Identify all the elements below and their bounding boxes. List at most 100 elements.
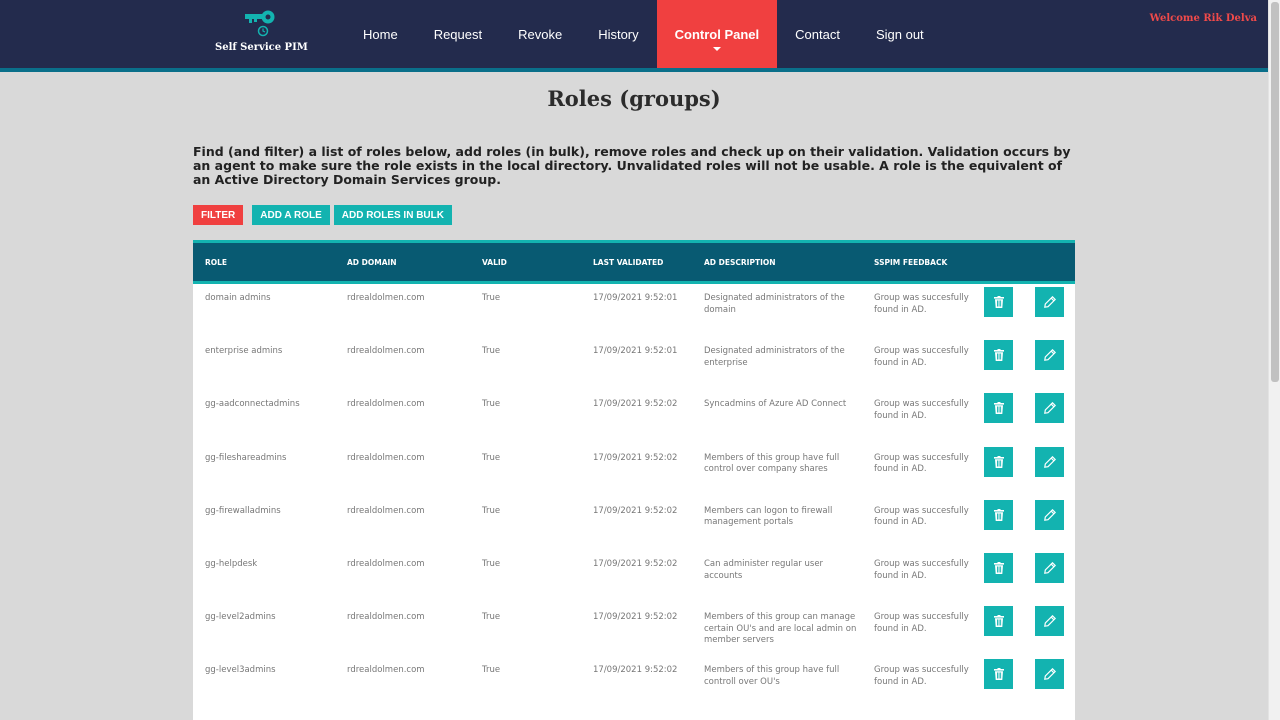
cell-role: gg-level2admins bbox=[205, 612, 276, 623]
cell-last-validated: 17/09/2021 9:52:02 bbox=[593, 452, 678, 463]
col-valid: VALID bbox=[482, 258, 507, 267]
delete-button[interactable] bbox=[984, 606, 1013, 637]
trash-icon bbox=[993, 349, 1004, 362]
col-last-validated: LAST VALIDATED bbox=[593, 258, 664, 267]
cell-feedback: Group was succesfully found in AD. bbox=[874, 346, 969, 368]
nav-control-panel[interactable]: Control Panel bbox=[656, 0, 778, 68]
cell-valid: True bbox=[482, 452, 501, 463]
scrollbar-thumb[interactable] bbox=[1271, 2, 1279, 382]
cell-role: domain admins bbox=[205, 293, 271, 303]
cell-valid: True bbox=[482, 665, 501, 676]
trash-icon bbox=[993, 402, 1004, 415]
edit-button[interactable] bbox=[1035, 393, 1064, 424]
cell-domain: rdrealdolmen.com bbox=[347, 505, 425, 516]
cell-valid: True bbox=[482, 346, 501, 357]
cell-domain: rdrealdolmen.com bbox=[347, 665, 425, 676]
cell-domain: rdrealdolmen.com bbox=[347, 559, 425, 569]
cell-valid: True bbox=[482, 612, 501, 623]
caret-down-icon bbox=[712, 47, 721, 51]
nav-request[interactable]: Request bbox=[416, 0, 500, 68]
cell-last-validated: 17/09/2021 9:52:02 bbox=[593, 612, 678, 623]
nav-control-panel-label: Control Panel bbox=[674, 26, 760, 42]
main-nav: Home Request Revoke History Control Pane… bbox=[345, 0, 942, 68]
cell-last-validated: 17/09/2021 9:52:02 bbox=[593, 399, 678, 410]
trash-icon bbox=[993, 562, 1004, 574]
edit-button[interactable] bbox=[1035, 553, 1064, 583]
table-row: enterprise admins rdrealdolmen.com True … bbox=[193, 340, 1075, 399]
filter-button[interactable]: Filter bbox=[193, 205, 244, 225]
nav-home[interactable]: Home bbox=[345, 0, 416, 68]
pencil-icon bbox=[1043, 668, 1056, 681]
page-scrollbar[interactable] bbox=[1268, 0, 1280, 720]
cell-feedback: Group was succesfully found in AD. bbox=[874, 665, 969, 687]
nav-sign-out[interactable]: Sign out bbox=[858, 0, 942, 68]
pencil-icon bbox=[1043, 508, 1056, 521]
cell-feedback: Group was succesfully found in AD. bbox=[874, 452, 969, 475]
add-roles-bulk-button[interactable]: Add roles in bulk bbox=[333, 205, 452, 225]
cell-description: Members of this group have full control … bbox=[704, 452, 840, 475]
col-ad-domain: AD DOMAIN bbox=[347, 258, 397, 267]
top-navbar: Self Service PIM Home Request Revoke His… bbox=[0, 0, 1268, 72]
delete-button[interactable] bbox=[984, 340, 1013, 371]
edit-button[interactable] bbox=[1035, 659, 1064, 690]
table-row: gg-firewalladmins rdrealdolmen.com True … bbox=[193, 499, 1075, 559]
page-title: Roles (groups) bbox=[547, 86, 721, 111]
cell-domain: rdrealdolmen.com bbox=[347, 612, 425, 623]
cell-feedback: Group was succesfully found in AD. bbox=[874, 293, 969, 315]
table-row: gg-aadconnectadmins rdrealdolmen.com Tru… bbox=[193, 393, 1075, 452]
delete-button[interactable] bbox=[984, 287, 1013, 317]
edit-button[interactable] bbox=[1035, 606, 1064, 637]
trash-icon bbox=[993, 296, 1004, 308]
pencil-icon bbox=[1043, 615, 1056, 628]
page-intro: Find (and filter) a list of roles below,… bbox=[193, 144, 1071, 187]
edit-button[interactable] bbox=[1035, 499, 1064, 530]
app-logo[interactable]: Self Service PIM bbox=[215, 10, 308, 53]
edit-button[interactable] bbox=[1035, 446, 1064, 477]
cell-description: Members of this group can manage certain… bbox=[704, 612, 857, 646]
nav-history[interactable]: History bbox=[580, 0, 656, 68]
cell-feedback: Group was succesfully found in AD. bbox=[874, 612, 969, 634]
edit-button[interactable] bbox=[1035, 287, 1064, 317]
pencil-icon bbox=[1043, 296, 1056, 308]
cell-role: gg-firewalladmins bbox=[205, 505, 281, 516]
table-header: ROLE AD DOMAIN VALID LAST VALIDATED AD D… bbox=[193, 240, 1075, 284]
trash-icon bbox=[993, 668, 1004, 681]
trash-icon bbox=[993, 508, 1004, 521]
cell-description: Designated administrators of the domain bbox=[704, 293, 845, 315]
cell-valid: True bbox=[482, 399, 501, 410]
trash-icon bbox=[993, 455, 1004, 468]
cell-last-validated: 17/09/2021 9:52:01 bbox=[593, 346, 678, 357]
cell-role: gg-helpdesk bbox=[205, 559, 258, 569]
col-sspim-feedback: SSPIM FEEDBACK bbox=[874, 258, 948, 267]
pencil-icon bbox=[1043, 402, 1056, 415]
cell-domain: rdrealdolmen.com bbox=[347, 346, 425, 357]
cell-domain: rdrealdolmen.com bbox=[347, 293, 425, 303]
delete-button[interactable] bbox=[984, 446, 1013, 477]
cell-last-validated: 17/09/2021 9:52:02 bbox=[593, 665, 678, 676]
action-buttons: Filter Add a role Add roles in bulk bbox=[193, 205, 452, 225]
nav-contact[interactable]: Contact bbox=[777, 0, 858, 68]
delete-button[interactable] bbox=[984, 499, 1013, 530]
pencil-icon bbox=[1043, 349, 1056, 362]
table-row: gg-helpdesk rdrealdolmen.com True 17/09/… bbox=[193, 553, 1075, 612]
pencil-icon bbox=[1043, 562, 1056, 574]
roles-table: ROLE AD DOMAIN VALID LAST VALIDATED AD D… bbox=[193, 240, 1075, 720]
cell-description: Designated administrators of the enterpr… bbox=[704, 346, 845, 368]
cell-role: gg-aadconnectadmins bbox=[205, 399, 300, 410]
cell-description: Members can logon to firewall management… bbox=[704, 505, 833, 528]
delete-button[interactable] bbox=[984, 659, 1013, 690]
delete-button[interactable] bbox=[984, 553, 1013, 583]
cell-feedback: Group was succesfully found in AD. bbox=[874, 559, 969, 581]
delete-button[interactable] bbox=[984, 393, 1013, 424]
trash-icon bbox=[993, 615, 1004, 628]
nav-revoke[interactable]: Revoke bbox=[500, 0, 580, 68]
table-row: gg-level3admins rdrealdolmen.com True 17… bbox=[193, 659, 1075, 718]
cell-valid: True bbox=[482, 293, 501, 303]
add-role-button[interactable]: Add a role bbox=[252, 205, 330, 225]
cell-domain: rdrealdolmen.com bbox=[347, 399, 425, 410]
app-name: Self Service PIM bbox=[215, 42, 308, 53]
cell-last-validated: 17/09/2021 9:52:02 bbox=[593, 505, 678, 516]
cell-description: Members of this group have full controll… bbox=[704, 665, 840, 687]
table-row: domain admins rdrealdolmen.com True 17/0… bbox=[193, 287, 1075, 346]
edit-button[interactable] bbox=[1035, 340, 1064, 371]
